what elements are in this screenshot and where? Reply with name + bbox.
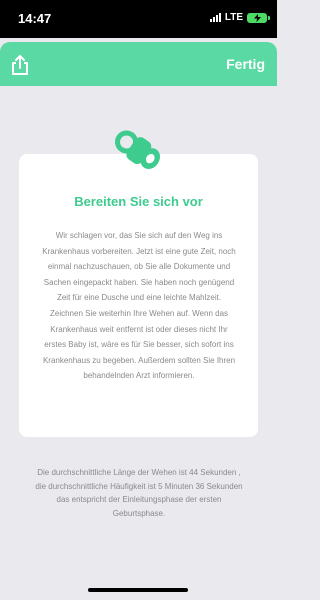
info-card: Bereiten Sie sich vor Wir schlagen vor, … (19, 154, 258, 437)
contraction-summary: Die durchschnittliche Länge der Wehen is… (35, 468, 243, 518)
share-icon[interactable] (10, 54, 30, 76)
header-bar: Fertig (0, 42, 277, 86)
battery-icon (247, 12, 270, 23)
status-time: 14:47 (18, 11, 52, 26)
status-indicators: LTE (209, 12, 270, 23)
card-body: Wir schlagen vor, das Sie sich auf den W… (42, 231, 236, 381)
network-label: LTE (224, 12, 243, 23)
signal-icon (209, 13, 221, 22)
done-button[interactable]: Fertig (226, 56, 265, 72)
status-bar: 14:47 LTE (0, 0, 277, 38)
card-title: Bereiten Sie sich vor (74, 194, 203, 209)
home-indicator[interactable] (88, 588, 188, 592)
pacifier-icon (108, 123, 168, 177)
